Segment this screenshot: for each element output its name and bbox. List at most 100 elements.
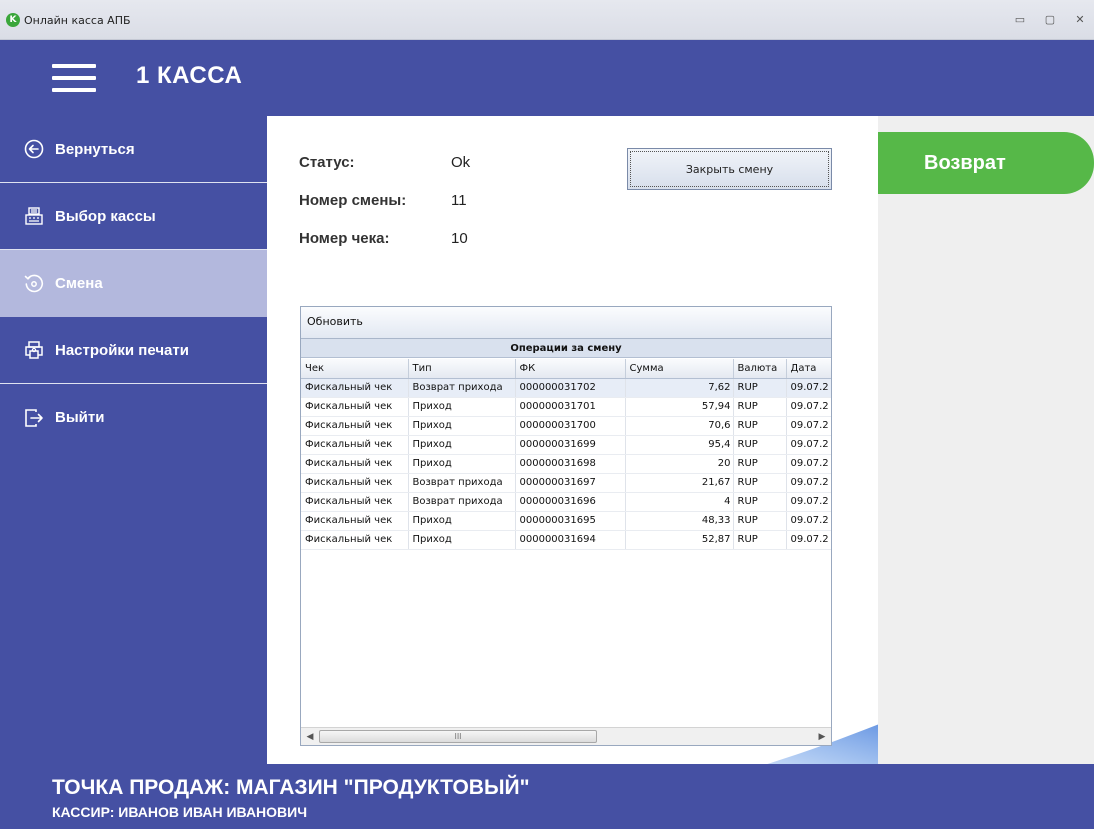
cell-check: Фискальный чек <box>301 454 409 474</box>
cell-type: Приход <box>408 416 516 436</box>
cell-type: Возврат прихода <box>408 378 516 398</box>
cell-type: Приход <box>408 435 516 455</box>
cell-type: Приход <box>408 530 516 550</box>
sidebar-item-label: Выйти <box>55 409 105 426</box>
cell-check: Фискальный чек <box>301 416 409 436</box>
sidebar-item-label: Настройки печати <box>55 341 189 359</box>
cell-date: 09.07.2 <box>786 530 831 550</box>
close-shift-button[interactable]: Закрыть смену <box>627 148 832 190</box>
cell-check: Фискальный чек <box>301 473 409 493</box>
table-header-row: Чек Тип ФК Сумма Валюта Дата <box>301 359 831 379</box>
cell-check: Фискальный чек <box>301 397 409 417</box>
horizontal-scrollbar[interactable]: ◀ III ▶ <box>301 727 831 745</box>
close-button[interactable]: ✕ <box>1072 12 1088 28</box>
cell-sum: 7,62 <box>625 378 734 398</box>
cell-currency: RUP <box>733 435 787 455</box>
header: 1 КАССА <box>0 40 1094 116</box>
sidebar-item-print-settings[interactable]: Настройки печати <box>0 317 267 384</box>
sidebar-item-label: Смена <box>55 274 103 292</box>
printer-icon <box>24 340 44 360</box>
cell-sum: 52,87 <box>625 530 734 550</box>
column-header-sum[interactable]: Сумма <box>625 359 734 379</box>
sidebar: Вернуться Выбор кассы Смена Настройки пе… <box>0 116 267 764</box>
sidebar-item-shift[interactable]: Смена <box>0 250 267 317</box>
cell-sum: 57,94 <box>625 397 734 417</box>
minimize-button[interactable]: ▭ <box>1012 12 1028 28</box>
cell-fk: 000000031698 <box>515 454 626 474</box>
shift-clock-icon <box>24 273 44 293</box>
grid-caption: Операции за смену <box>301 339 831 358</box>
table-row[interactable]: Фискальный чек Приход 000000031695 48,33 RUP… <box>301 511 831 531</box>
table-row[interactable]: Фискальный чек Приход 000000031700 70,6 RUP 0… <box>301 416 831 436</box>
cell-check: Фискальный чек <box>301 435 409 455</box>
cell-date: 09.07.2 <box>786 454 831 474</box>
cell-type: Приход <box>408 454 516 474</box>
shift-number-label: Номер смены: <box>299 192 407 209</box>
app-logo-icon: K <box>6 13 20 27</box>
cell-currency: RUP <box>733 473 787 493</box>
exit-icon <box>24 408 44 428</box>
table-row[interactable]: Фискальный чек Приход 000000031698 20 RUP 09.… <box>301 454 831 474</box>
scroll-left-icon[interactable]: ◀ <box>304 731 316 743</box>
cell-type: Приход <box>408 511 516 531</box>
scroll-right-icon[interactable]: ▶ <box>816 731 828 743</box>
cell-currency: RUP <box>733 530 787 550</box>
refresh-button[interactable]: Обновить <box>301 307 831 339</box>
cell-sum: 95,4 <box>625 435 734 455</box>
cell-sum: 48,33 <box>625 511 734 531</box>
column-header-fk[interactable]: ФК <box>515 359 626 379</box>
cell-check: Фискальный чек <box>301 511 409 531</box>
table-row[interactable]: Фискальный чек Приход 000000031699 95,4 RUP 0… <box>301 435 831 455</box>
hamburger-menu-icon[interactable] <box>52 64 96 92</box>
return-button[interactable]: Возврат <box>878 132 1094 194</box>
column-header-date[interactable]: Дата <box>786 359 831 379</box>
column-header-check[interactable]: Чек <box>301 359 409 379</box>
column-header-type[interactable]: Тип <box>408 359 516 379</box>
cashier-label: КАССИР: ИВАНОВ ИВАН ИВАНОВИЧ <box>52 804 308 820</box>
cell-date: 09.07.2 <box>786 435 831 455</box>
cell-fk: 000000031699 <box>515 435 626 455</box>
cell-date: 09.07.2 <box>786 473 831 493</box>
grid-body: Чек Тип ФК Сумма Валюта Дата Фискальный … <box>301 359 831 727</box>
table-row[interactable]: Фискальный чек Приход 000000031694 52,87 RUP… <box>301 530 831 550</box>
operations-table: Чек Тип ФК Сумма Валюта Дата Фискальный … <box>301 359 831 550</box>
cell-fk: 000000031700 <box>515 416 626 436</box>
footer: ТОЧКА ПРОДАЖ: МАГАЗИН "ПРОДУКТОВЫЙ" КАСС… <box>0 764 1094 829</box>
cell-sum: 70,6 <box>625 416 734 436</box>
operations-grid: Обновить Операции за смену Чек Тип ФК Су… <box>300 306 832 746</box>
check-number-value: 10 <box>451 230 468 247</box>
cell-fk: 000000031695 <box>515 511 626 531</box>
column-header-currency[interactable]: Валюта <box>733 359 787 379</box>
cell-date: 09.07.2 <box>786 397 831 417</box>
cell-fk: 000000031697 <box>515 473 626 493</box>
table-row[interactable]: Фискальный чек Возврат прихода 00000003170… <box>301 378 831 398</box>
window-title: Онлайн касса АПБ <box>24 14 131 27</box>
sidebar-item-select-register[interactable]: Выбор кассы <box>0 183 267 250</box>
sidebar-item-back[interactable]: Вернуться <box>0 116 267 183</box>
cell-currency: RUP <box>733 454 787 474</box>
page-title: 1 КАССА <box>136 62 243 89</box>
status-value: Ok <box>451 154 471 171</box>
right-panel <box>878 116 1094 764</box>
scrollbar-thumb[interactable]: III <box>319 730 597 743</box>
cell-fk: 000000031702 <box>515 378 626 398</box>
cell-sum: 21,67 <box>625 473 734 493</box>
sidebar-item-label: Выбор кассы <box>55 207 156 225</box>
cell-sum: 20 <box>625 454 734 474</box>
cell-fk: 000000031701 <box>515 397 626 417</box>
shift-number-value: 11 <box>451 192 467 209</box>
table-row[interactable]: Фискальный чек Приход 000000031701 57,94 RUP… <box>301 397 831 417</box>
cell-currency: RUP <box>733 397 787 417</box>
cell-currency: RUP <box>733 511 787 531</box>
cell-currency: RUP <box>733 492 787 512</box>
maximize-button[interactable]: ▢ <box>1042 12 1058 28</box>
sidebar-item-exit[interactable]: Выйти <box>0 384 267 451</box>
table-row[interactable]: Фискальный чек Возврат прихода 00000003169… <box>301 473 831 493</box>
cell-fk: 000000031694 <box>515 530 626 550</box>
cell-type: Приход <box>408 397 516 417</box>
cell-type: Возврат прихода <box>408 473 516 493</box>
cell-date: 09.07.2 <box>786 378 831 398</box>
cell-check: Фискальный чек <box>301 492 409 512</box>
title-bar: K Онлайн касса АПБ ▭ ▢ ✕ <box>0 0 1094 40</box>
table-row[interactable]: Фискальный чек Возврат прихода 00000003169… <box>301 492 831 512</box>
